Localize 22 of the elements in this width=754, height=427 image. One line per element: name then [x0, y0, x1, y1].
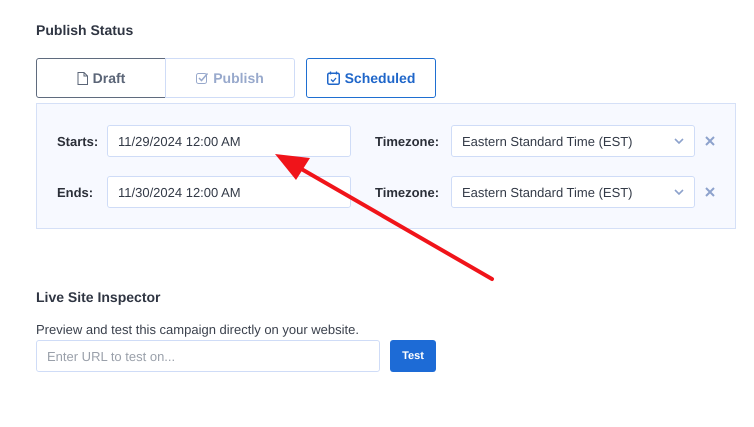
description-text: Preview and test this campaign directly on your website. — [36, 321, 360, 339]
section-title: Publish Status — [36, 21, 134, 40]
close-icon[interactable] — [705, 136, 715, 146]
chevron-down-icon — [674, 138, 684, 144]
date-field[interactable]: 11/30/2024 12:00 AM — [107, 176, 351, 208]
close-icon[interactable] — [705, 187, 715, 197]
test-button[interactable]: Test — [390, 340, 436, 372]
date-label: Starts: — [57, 134, 100, 148]
status-tab[interactable]: Scheduled — [306, 58, 436, 98]
calendar-icon — [326, 71, 340, 85]
chevron-down-icon — [674, 189, 684, 195]
status-tab[interactable]: Draft — [36, 58, 166, 98]
url-input[interactable]: Enter URL to test on... — [36, 340, 380, 372]
timezone-label: Timezone: — [375, 184, 440, 200]
timezone-label: Timezone: — [375, 134, 440, 148]
section-title: Live Site Inspector — [36, 288, 162, 307]
timezone-select[interactable]: Eastern Standard Time (EST) — [451, 176, 695, 208]
date-field[interactable]: 11/29/2024 12:00 AM — [107, 125, 351, 157]
checkbox-icon — [196, 72, 208, 84]
date-label: Ends: — [57, 184, 94, 200]
document-icon — [76, 72, 88, 84]
timezone-select[interactable]: Eastern Standard Time (EST) — [451, 125, 695, 157]
